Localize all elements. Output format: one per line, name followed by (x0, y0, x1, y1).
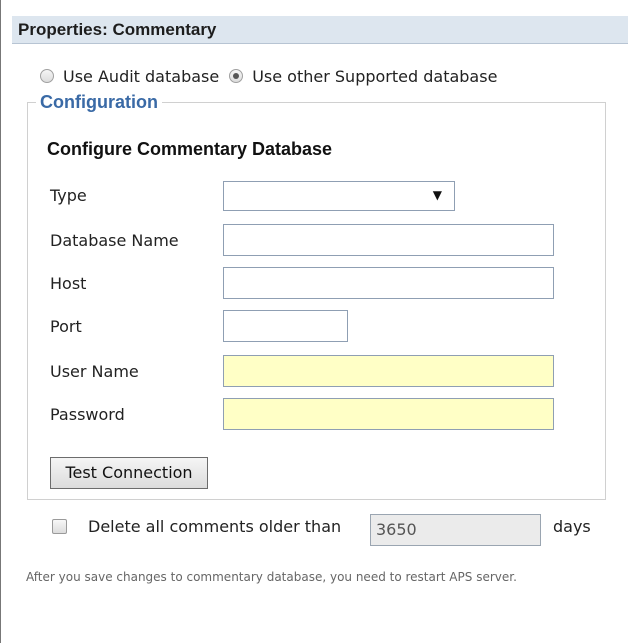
host-label: Host (50, 274, 87, 293)
restart-note: After you save changes to commentary dat… (26, 570, 517, 584)
retention-days-input[interactable]: 3650 (370, 514, 541, 546)
password-input[interactable] (223, 398, 554, 430)
user-name-input[interactable] (223, 355, 554, 387)
database-name-label: Database Name (50, 231, 179, 250)
type-label: Type (50, 186, 87, 205)
delete-old-comments-checkbox[interactable] (52, 519, 67, 534)
configuration-legend: Configuration (40, 92, 158, 112)
port-label: Port (50, 317, 82, 336)
host-input[interactable] (223, 267, 554, 299)
use-other-database-label[interactable]: Use other Supported database (252, 67, 497, 86)
port-input[interactable] (223, 310, 348, 342)
use-other-database-radio[interactable] (229, 69, 244, 83)
delete-old-comments-label[interactable]: Delete all comments older than (88, 517, 341, 536)
section-title: Configure Commentary Database (47, 139, 333, 159)
retention-unit-label: days (553, 517, 591, 536)
use-audit-database-label[interactable]: Use Audit database (63, 67, 219, 86)
triangle-down-icon: ▼ (432, 188, 442, 202)
use-audit-database-radio[interactable] (40, 69, 54, 83)
user-name-label: User Name (50, 362, 139, 381)
database-name-input[interactable] (223, 224, 554, 256)
password-label: Password (50, 405, 125, 424)
panel-title: Properties: Commentary (12, 16, 628, 44)
database-choice-group: Use Audit database Use other Supported d… (40, 64, 507, 88)
type-select[interactable]: ▼ (223, 181, 455, 211)
test-connection-button[interactable]: Test Connection (50, 457, 208, 489)
